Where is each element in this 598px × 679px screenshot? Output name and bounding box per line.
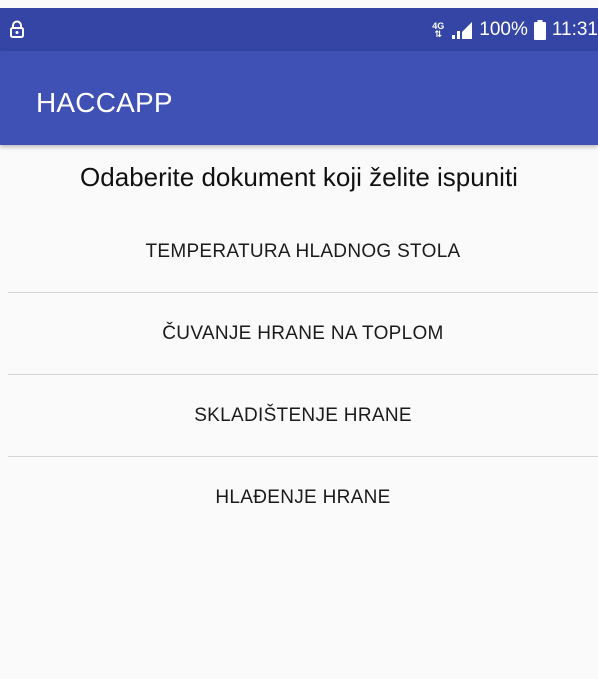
network-indicator: 4G ⇅	[432, 20, 445, 39]
app-title: HACCAPP	[36, 87, 173, 118]
document-button-cuvanje-hrane-na-toplom[interactable]: ČUVANJE HRANE NA TOPLOM	[8, 293, 598, 374]
battery-percent: 100%	[479, 18, 528, 40]
status-bar: 4G ⇅ 100% 11:31	[0, 8, 598, 51]
status-icons: 4G ⇅ 100% 11:31	[431, 8, 598, 51]
instruction-text: Odaberite dokument koji želite ispuniti	[80, 162, 518, 192]
document-button-hladenje-hrane[interactable]: HLAĐENJE HRANE	[8, 457, 598, 538]
clock: 11:31	[551, 18, 598, 40]
document-list: TEMPERATURA HLADNOG STOLA ČUVANJE HRANE …	[8, 211, 598, 538]
document-button-skladistenje-hrane[interactable]: SKLADIŠTENJE HRANE	[8, 375, 598, 456]
signal-icon	[452, 21, 473, 39]
lock-icon	[10, 20, 24, 38]
document-button-temperatura-hladnog-stola[interactable]: TEMPERATURA HLADNOG STOLA	[8, 211, 598, 292]
network-type: 4G	[432, 20, 445, 31]
battery-icon	[533, 19, 546, 40]
app-bar: HACCAPP	[0, 51, 598, 145]
screen: 4G ⇅ 100% 11:31 HACCAPP Odaberite dokumen…	[0, 0, 598, 679]
